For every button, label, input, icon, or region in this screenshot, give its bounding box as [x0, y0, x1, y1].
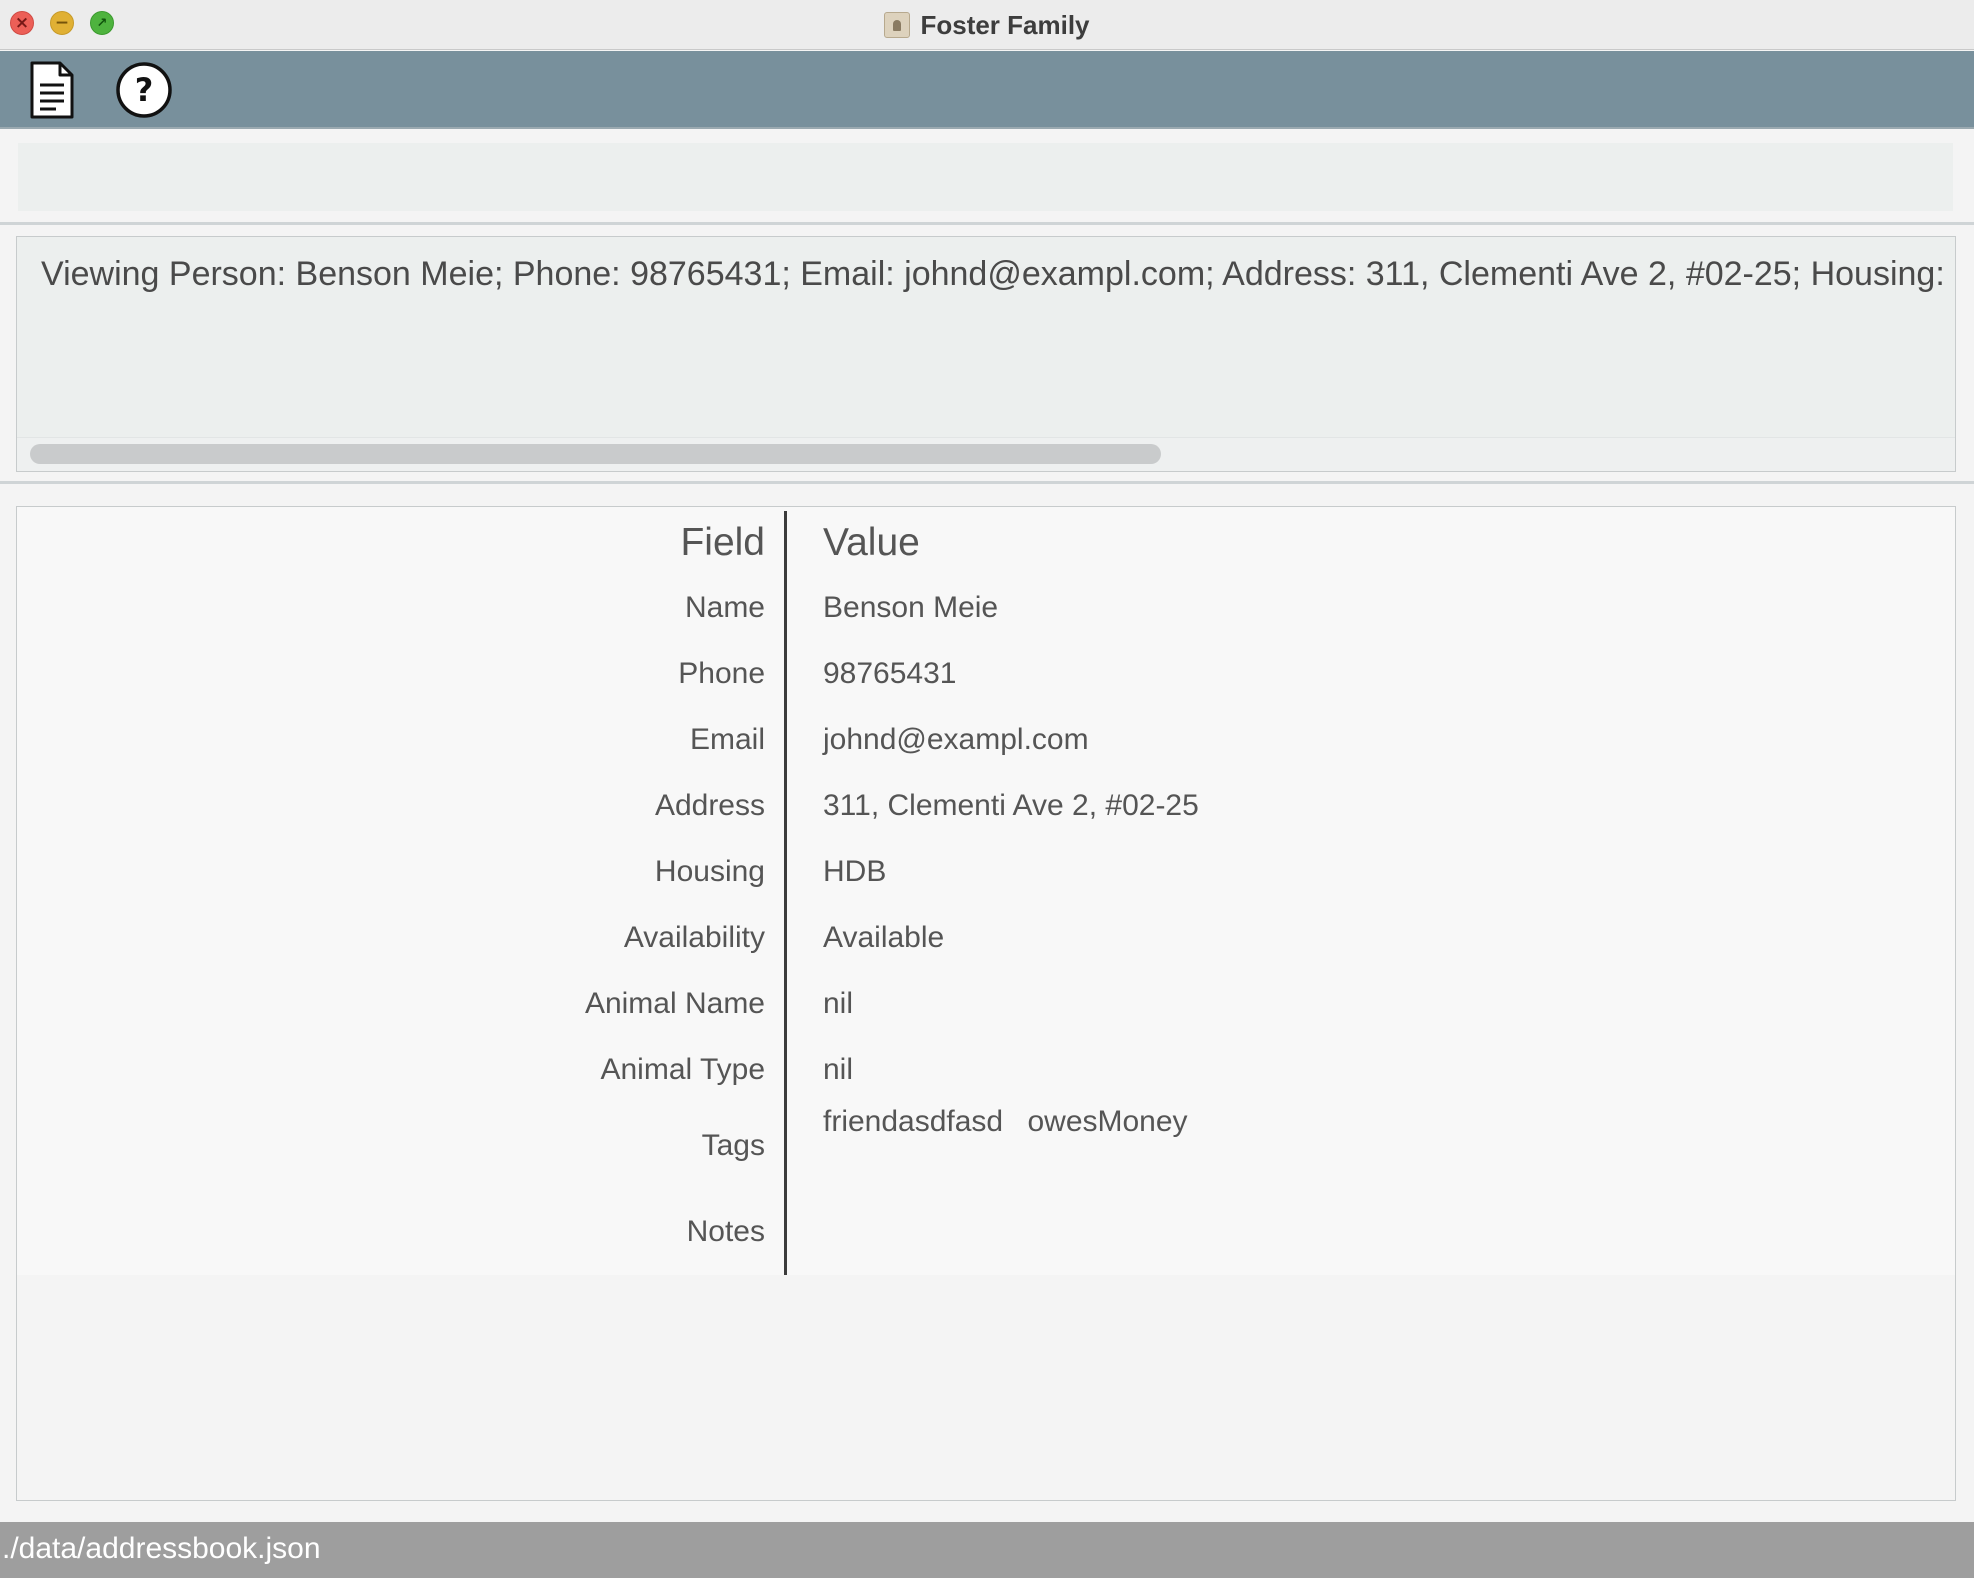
animal-type-label: Animal Type	[600, 1053, 765, 1086]
email-label: Email	[689, 723, 765, 756]
animal-name-value: nil	[823, 987, 854, 1020]
window-title-group: Foster Family	[0, 0, 1974, 50]
title-bar: × − ↗ Foster Family	[0, 0, 1974, 50]
person-detail-panel: Field Value Name Benson Meie Phone 98765…	[16, 506, 1956, 1501]
app-icon	[884, 12, 911, 38]
phone-label: Phone	[678, 657, 765, 690]
availability-value: Available	[823, 921, 945, 954]
scrollbar-thumb[interactable]	[30, 444, 1161, 464]
tag-chip: owesMoney	[1027, 1105, 1188, 1138]
svg-text:?: ?	[135, 71, 154, 109]
tag-chip: friendasdfasd	[823, 1105, 1004, 1138]
person-detail-table: Field Value Name Benson Meie Phone 98765…	[17, 507, 1955, 1275]
toolbar: ?	[0, 51, 1974, 129]
help-icon: ?	[116, 62, 172, 118]
result-message: Viewing Person: Benson Meie; Phone: 9876…	[41, 255, 1955, 293]
tags-label: Tags	[701, 1129, 765, 1162]
housing-value: HDB	[823, 855, 887, 888]
animal-name-label: Animal Name	[584, 987, 765, 1020]
name-label: Name	[684, 591, 765, 624]
animal-type-value: nil	[823, 1053, 854, 1086]
status-bar: ./data/addressbook.json	[0, 1522, 1974, 1578]
field-column-header: Field	[680, 521, 765, 564]
address-label: Address	[654, 789, 765, 822]
housing-label: Housing	[654, 855, 765, 888]
command-box-area	[0, 131, 1974, 225]
help-menu-button[interactable]: ?	[112, 59, 176, 121]
result-display[interactable]: Viewing Person: Benson Meie; Phone: 9876…	[16, 236, 1956, 472]
tags-value: friendasdfasd owesMoney	[823, 1105, 1923, 1139]
document-icon	[30, 61, 74, 119]
horizontal-scrollbar[interactable]	[17, 437, 1955, 471]
notes-label: Notes	[686, 1215, 765, 1248]
column-divider	[784, 511, 787, 1275]
save-file-path: ./data/addressbook.json	[2, 1532, 321, 1565]
value-column-header: Value	[823, 521, 920, 564]
app-window: × − ↗ Foster Family ? Viewing Person: Be…	[0, 0, 1974, 1578]
file-menu-button[interactable]	[20, 59, 84, 121]
command-input[interactable]	[18, 143, 1953, 211]
phone-value: 98765431	[823, 657, 957, 690]
table-header-row: Field Value	[17, 517, 1955, 577]
address-value: 311, Clementi Ave 2, #02-25	[823, 789, 1199, 822]
email-value: johnd@exampl.com	[823, 723, 1089, 756]
name-value: Benson Meie	[823, 591, 999, 624]
availability-label: Availability	[623, 921, 765, 954]
result-display-area: Viewing Person: Benson Meie; Phone: 9876…	[0, 228, 1974, 484]
window-title: Foster Family	[920, 9, 1090, 40]
